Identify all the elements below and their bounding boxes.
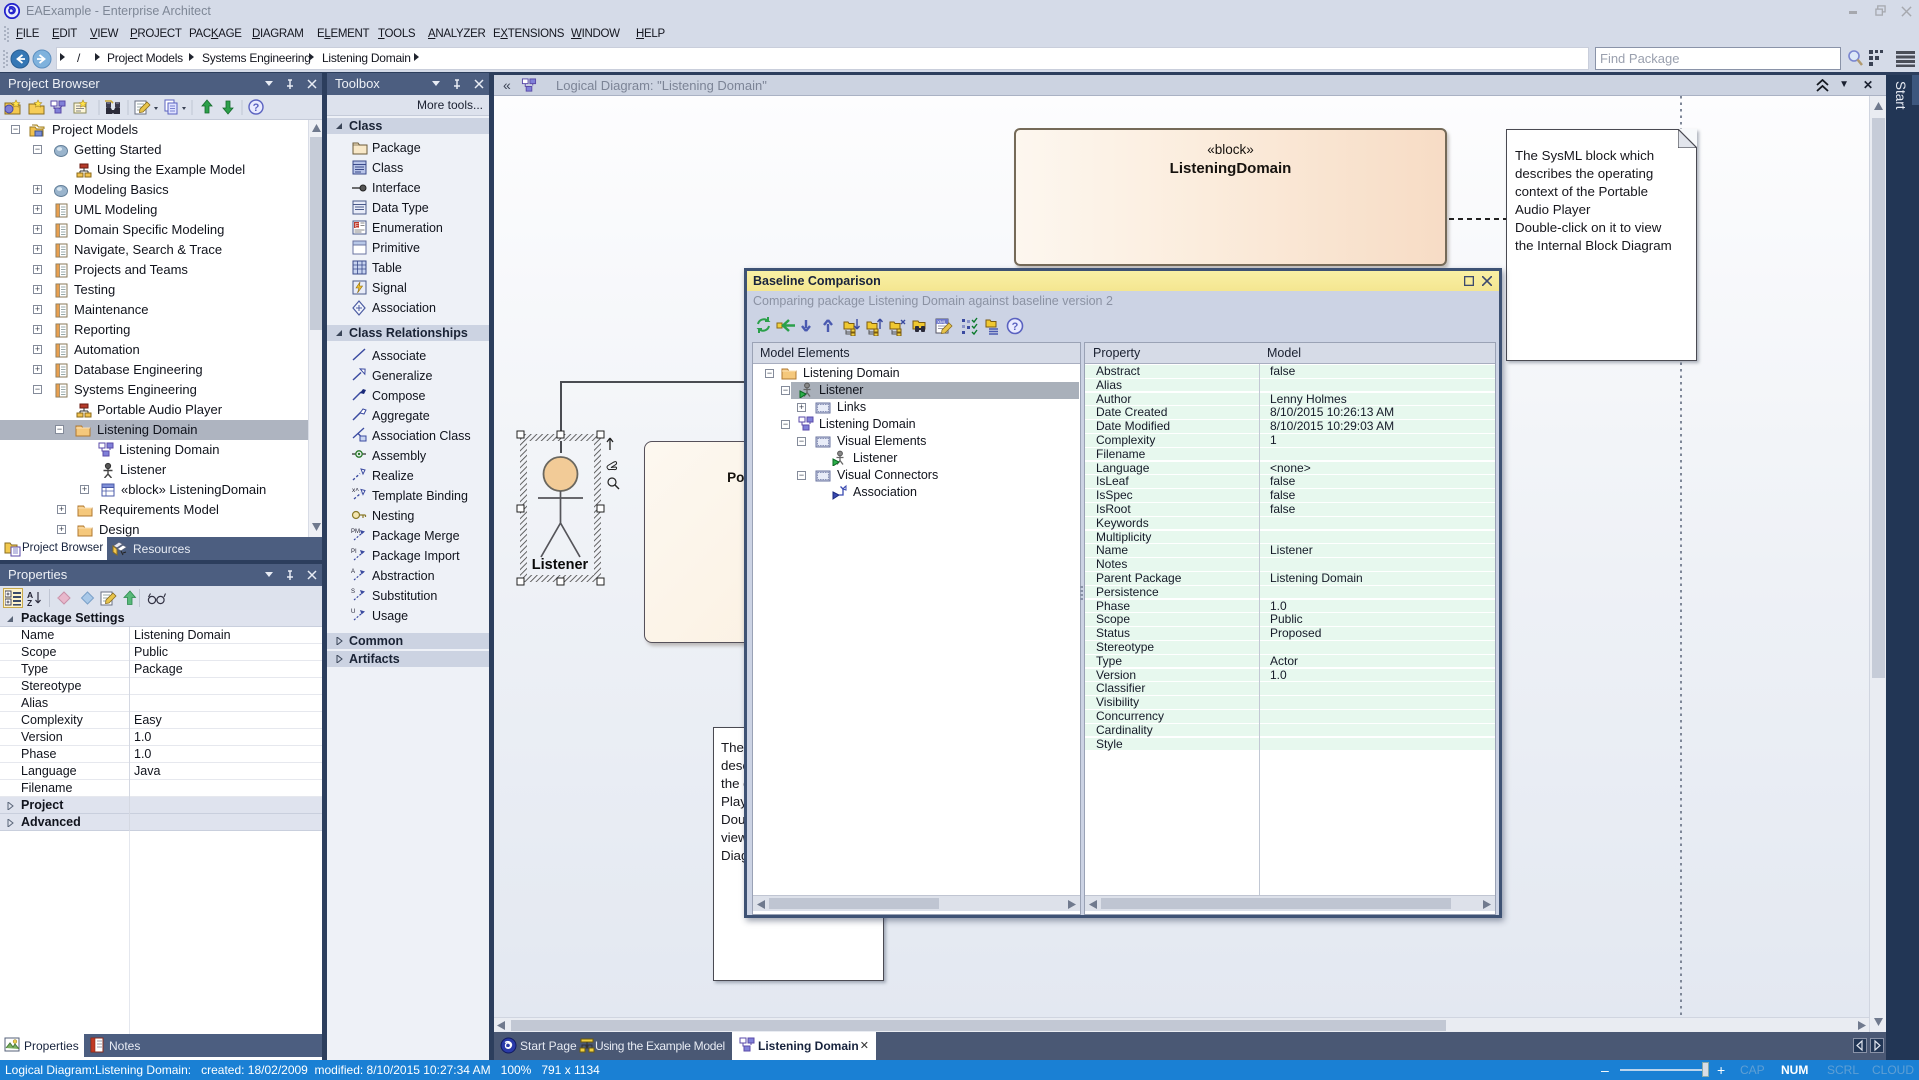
svg-text:U: U [351,609,355,615]
svg-text:XML: XML [937,320,947,325]
svg-text:Z: Z [27,598,32,607]
svg-text:PI: PI [351,549,357,555]
svg-text:S: S [351,589,355,595]
svg-text:Listener: Listener [532,557,589,573]
svg-text:PM: PM [351,529,360,535]
svg-text:x˄: x˄ [352,487,359,494]
svg-text:?: ? [1012,321,1019,333]
svg-text:E: E [355,224,359,230]
svg-text:?: ? [253,102,260,114]
svg-text:A: A [351,569,355,575]
